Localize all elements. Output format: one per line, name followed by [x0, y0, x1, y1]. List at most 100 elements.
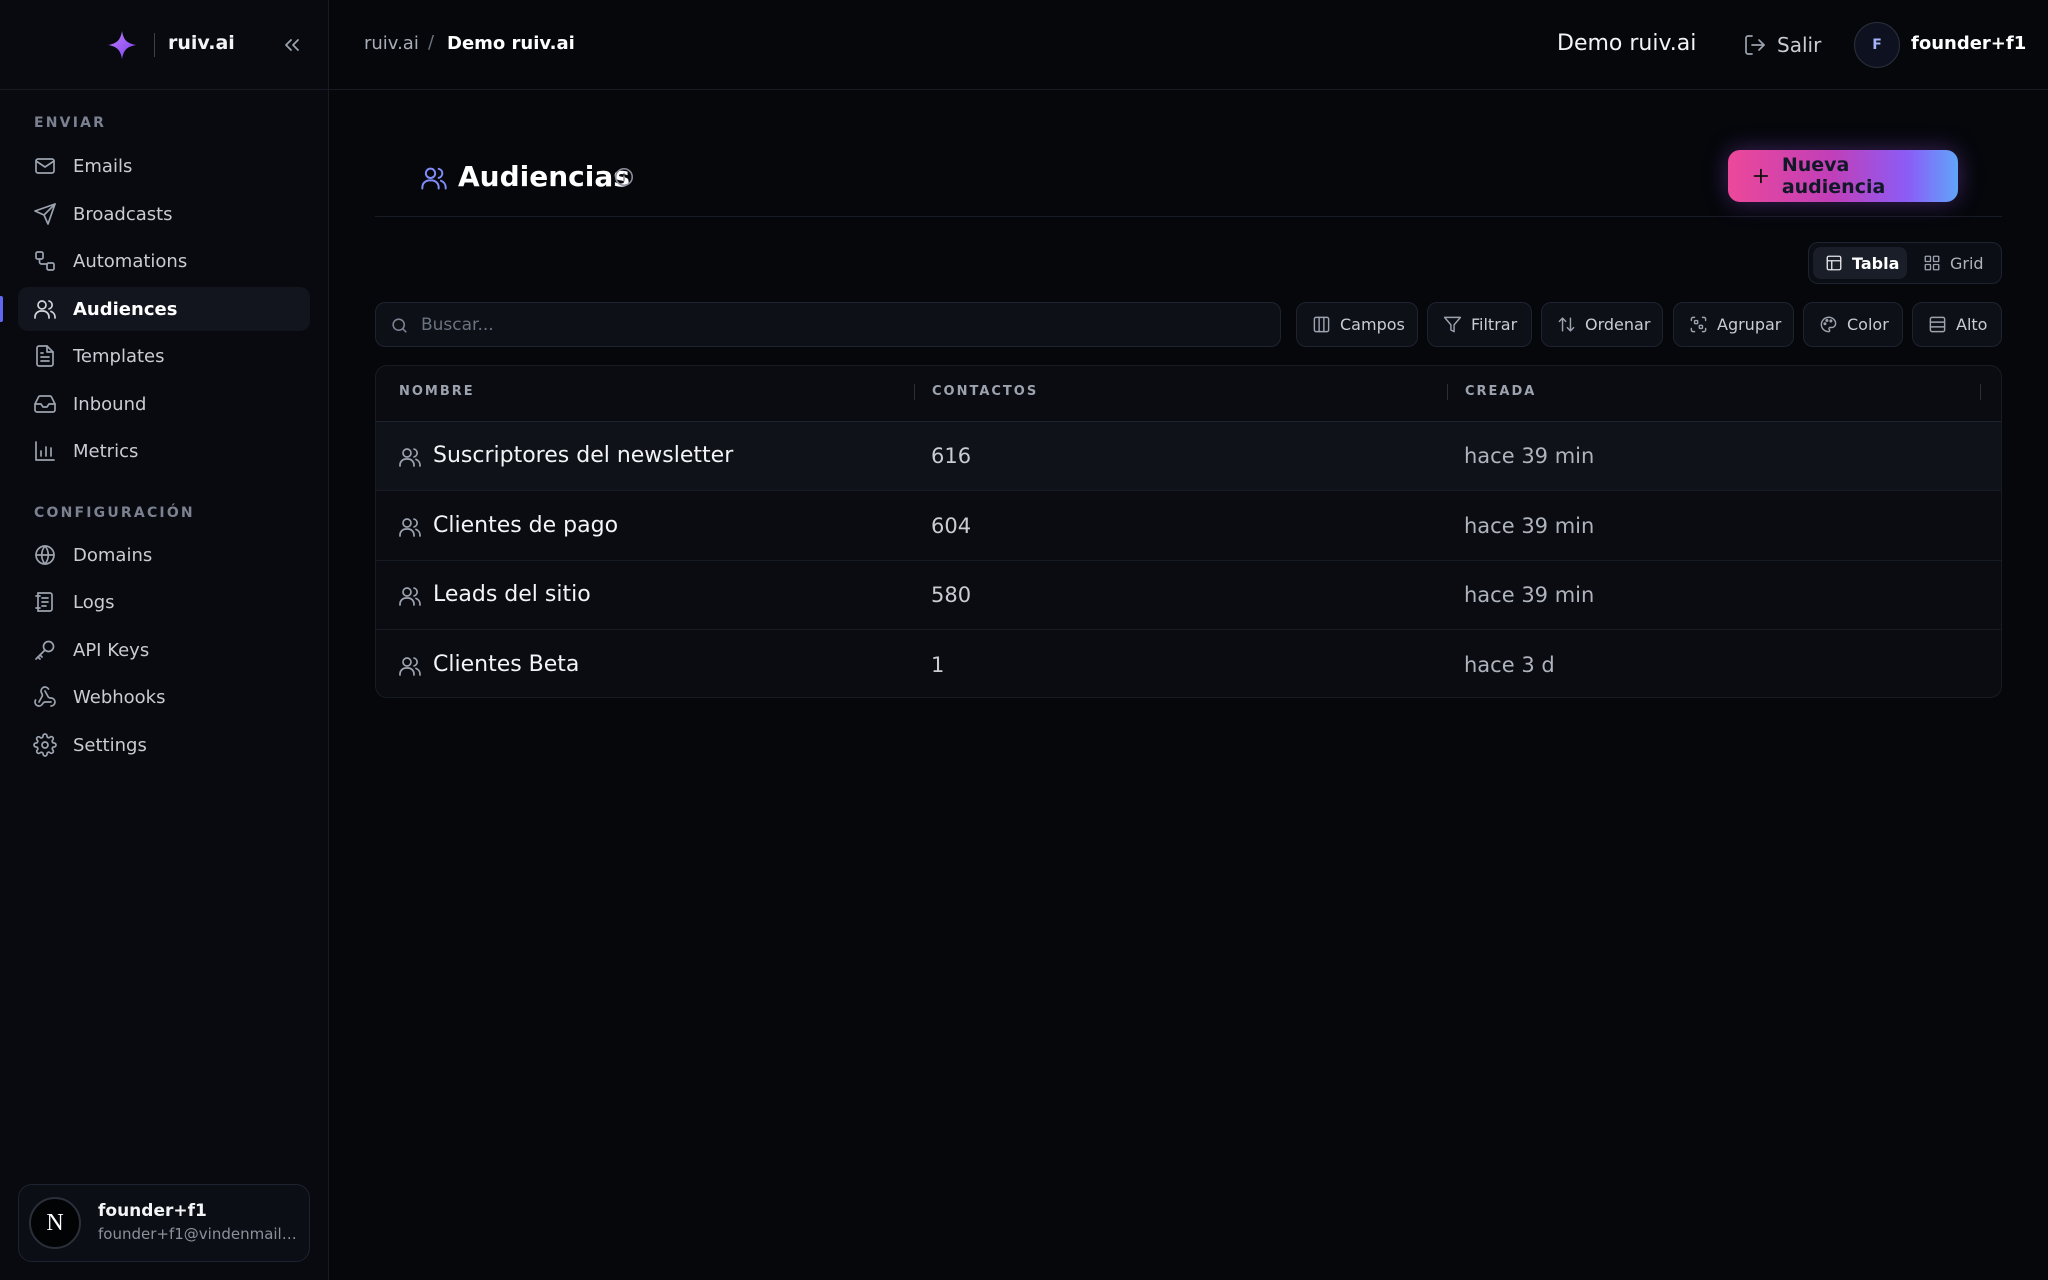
sidebar-item-inbound[interactable]: Inbound	[18, 382, 310, 426]
color-button[interactable]: Color	[1803, 302, 1903, 347]
color-label: Color	[1847, 315, 1889, 334]
sidebar-item-label: Domains	[73, 544, 153, 566]
topbar: ruiv.ai / Demo ruiv.ai Demo ruiv.ai Sali…	[329, 0, 2048, 90]
sidebar-item-metrics[interactable]: Metrics	[18, 429, 310, 473]
sidebar-item-broadcasts[interactable]: Broadcasts	[18, 192, 310, 236]
sidebar-item-label: Audiences	[73, 298, 178, 320]
sidebar-header: ruiv.ai	[0, 0, 329, 90]
filter-label: Filtrar	[1471, 315, 1518, 334]
sidebar-item-templates[interactable]: Templates	[18, 334, 310, 378]
view-toggle: Tabla Grid	[1808, 242, 2002, 284]
column-divider[interactable]	[914, 384, 915, 400]
column-divider[interactable]	[1980, 384, 1981, 400]
avatar: N	[29, 1197, 81, 1249]
sidebar-item-label: Automations	[73, 250, 188, 272]
view-grid-label: Grid	[1950, 253, 1984, 273]
plus-icon	[1753, 168, 1769, 184]
breadcrumb-separator: /	[428, 32, 435, 53]
sidebar-item-settings[interactable]: Settings	[18, 723, 310, 767]
workflow-icon	[35, 251, 55, 271]
sidebar-item-label: Logs	[73, 591, 115, 613]
sidebar: ruiv.ai ENVIAR Emails Broadcasts Automat…	[0, 0, 329, 1280]
sort-button[interactable]: Ordenar	[1541, 302, 1663, 347]
sidebar-item-automations[interactable]: Automations	[18, 239, 310, 283]
sidebar-item-label: API Keys	[73, 639, 150, 661]
audience-contacts: 604	[931, 514, 972, 538]
active-indicator	[0, 296, 3, 322]
table-row[interactable]: Clientes Beta 1 hace 3 d	[376, 631, 2001, 697]
table-row[interactable]: Suscriptores del newsletter 616 hace 39 …	[376, 422, 2001, 491]
file-text-icon	[36, 345, 54, 367]
new-audience-label: Nueva audiencia	[1781, 154, 1886, 198]
sidebar-item-api-keys[interactable]: API Keys	[18, 628, 310, 672]
search-box	[375, 302, 1281, 347]
audience-name: Suscriptores del newsletter	[433, 443, 734, 468]
sparkle-logo-icon	[108, 31, 136, 59]
table-row[interactable]: Leads del sitio 580 hace 39 min	[376, 561, 2001, 630]
audience-name: Leads del sitio	[433, 582, 591, 607]
group-button[interactable]: Agrupar	[1673, 302, 1794, 347]
logout-icon	[1745, 35, 1765, 55]
sidebar-item-emails[interactable]: Emails	[18, 144, 310, 188]
user-email: founder+f1@vindenmail.t...	[98, 1225, 298, 1243]
users-icon	[399, 448, 421, 467]
sidebar-item-audiences[interactable]: Audiences	[18, 287, 310, 331]
mail-icon	[35, 158, 55, 174]
sidebar-item-label: Broadcasts	[73, 203, 173, 225]
grid-icon	[1924, 255, 1940, 271]
audiences-table: NOMBRE CONTACTOS CREADA Suscriptores del…	[375, 365, 2002, 698]
view-table-label: Tabla	[1852, 253, 1900, 273]
table-icon	[1826, 255, 1842, 271]
users-icon	[399, 587, 421, 606]
breadcrumb-current: Demo ruiv.ai	[447, 33, 575, 54]
users-icon	[421, 167, 447, 190]
sidebar-item-webhooks[interactable]: Webhooks	[18, 675, 310, 719]
fields-label: Campos	[1340, 315, 1405, 334]
sidebar-item-label: Settings	[73, 734, 147, 756]
filter-button[interactable]: Filtrar	[1427, 302, 1532, 347]
audience-created: hace 39 min	[1464, 514, 1595, 538]
breadcrumb-root[interactable]: ruiv.ai	[364, 33, 419, 54]
info-icon[interactable]	[613, 166, 635, 188]
sidebar-item-logs[interactable]: Logs	[18, 580, 310, 624]
fields-button[interactable]: Campos	[1296, 302, 1418, 347]
columns-icon	[1313, 316, 1330, 333]
view-table-button[interactable]: Tabla	[1813, 247, 1907, 279]
collapse-sidebar-icon[interactable]	[280, 33, 304, 57]
audience-created: hace 39 min	[1464, 444, 1595, 468]
rows-icon	[1929, 316, 1946, 333]
app-name: ruiv.ai	[168, 32, 235, 54]
column-header-contacts[interactable]: CONTACTOS	[932, 384, 1038, 399]
sidebar-item-label: Emails	[73, 155, 133, 177]
bar-chart-icon	[35, 441, 55, 461]
sidebar-item-label: Templates	[73, 345, 165, 367]
column-header-name[interactable]: NOMBRE	[399, 384, 475, 399]
logout-button[interactable]: Salir	[1743, 28, 1821, 62]
audience-created: hace 39 min	[1464, 583, 1595, 607]
webhook-icon	[34, 686, 56, 707]
column-header-created[interactable]: CREADA	[1465, 384, 1536, 399]
key-icon	[35, 640, 55, 660]
logs-icon	[35, 592, 53, 612]
column-divider[interactable]	[1447, 384, 1448, 400]
search-input[interactable]	[421, 303, 1261, 346]
logout-label: Salir	[1777, 33, 1822, 57]
table-header: NOMBRE CONTACTOS CREADA	[376, 366, 2001, 422]
view-grid-button[interactable]: Grid	[1911, 247, 1999, 279]
new-audience-button[interactable]: Nueva audiencia	[1728, 150, 1958, 202]
filter-icon	[1443, 316, 1462, 333]
sort-label: Ordenar	[1585, 315, 1651, 334]
globe-icon	[35, 545, 55, 565]
users-icon	[34, 300, 56, 319]
send-icon	[34, 203, 56, 225]
search-icon	[392, 318, 407, 333]
row-height-button[interactable]: Alto	[1912, 302, 2002, 347]
users-icon	[399, 657, 421, 676]
table-row[interactable]: Clientes de pago 604 hace 39 min	[376, 492, 2001, 561]
username[interactable]: founder+f1	[1911, 33, 2026, 54]
user-card[interactable]: N founder+f1 founder+f1@vindenmail.t...	[18, 1184, 310, 1262]
avatar[interactable]: F	[1854, 22, 1900, 68]
audience-name: Clientes Beta	[433, 652, 580, 677]
org-name: Demo ruiv.ai	[1557, 31, 1697, 56]
sidebar-item-domains[interactable]: Domains	[18, 533, 310, 577]
